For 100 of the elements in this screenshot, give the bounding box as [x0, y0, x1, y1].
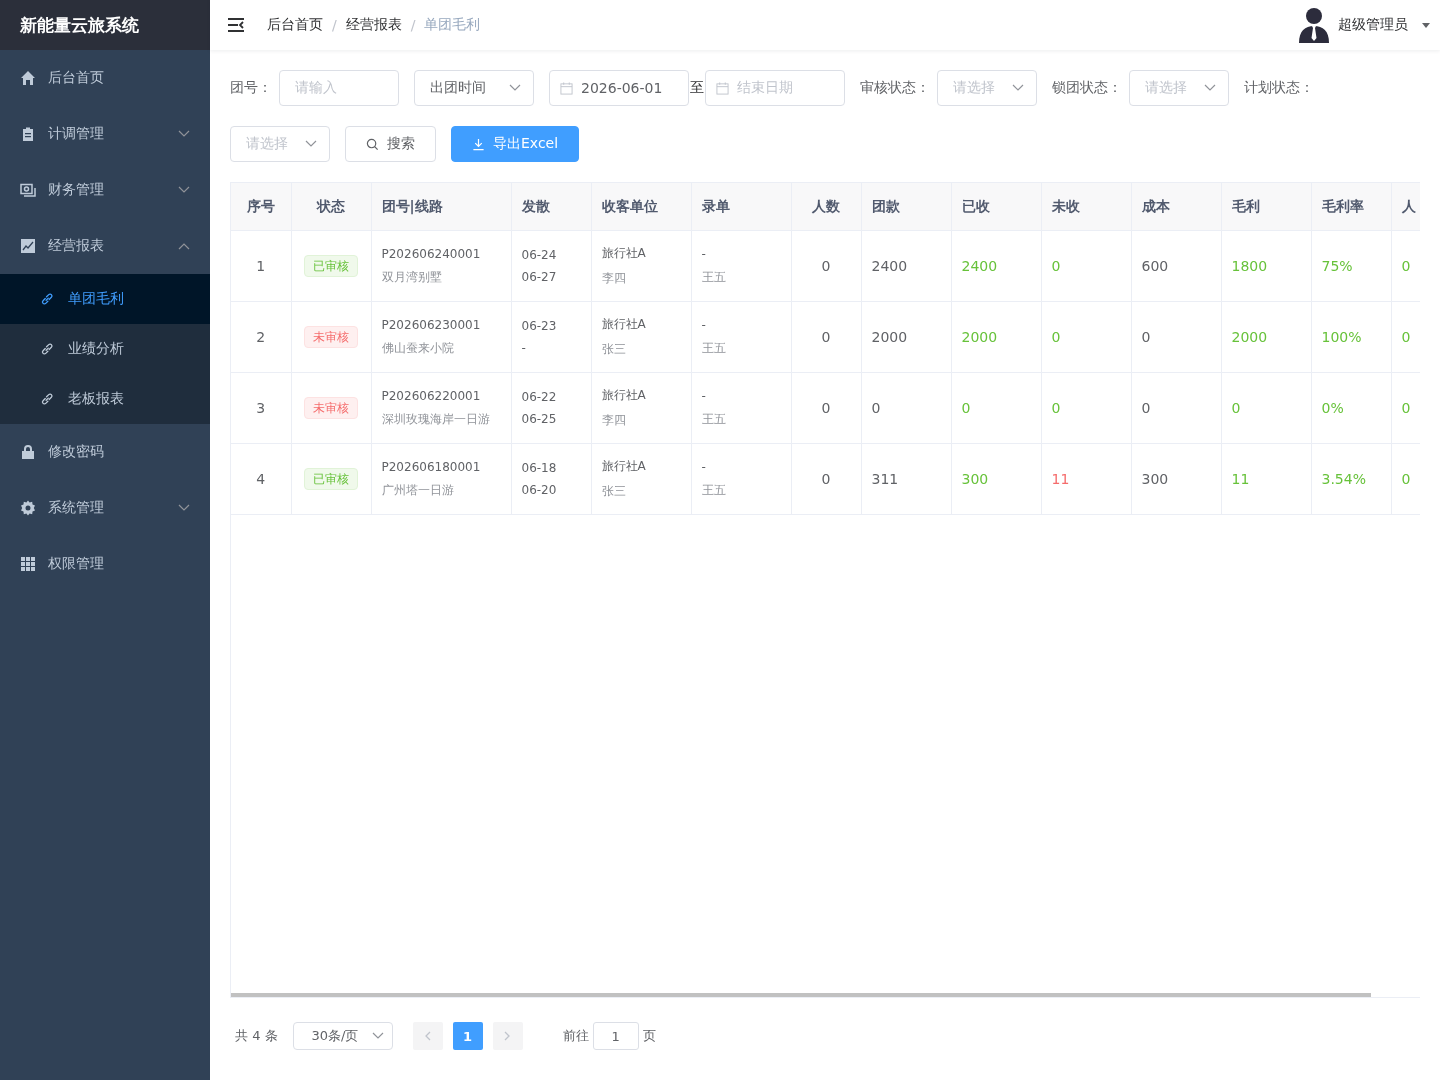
table-cell: 0 — [791, 372, 861, 444]
table-cell: 1 — [231, 230, 291, 302]
user-name[interactable]: 超级管理员 — [1338, 16, 1408, 34]
submenu-item[interactable]: 业绩分析 — [0, 324, 210, 374]
link-icon — [40, 292, 54, 306]
calendar-icon — [560, 81, 573, 95]
depart-date: 06-23 — [521, 319, 558, 333]
entry-text: - — [701, 317, 707, 332]
depart-date: 06-24 — [521, 248, 558, 262]
table-cell: 2400 — [861, 230, 951, 302]
total-count: 共 4 条 — [235, 1027, 278, 1045]
menu-item[interactable]: 修改密码 — [0, 424, 210, 480]
group-number: P202606230001 — [381, 317, 482, 332]
select-field[interactable]: 出团时间 — [414, 70, 534, 106]
table-cell: 2 — [231, 301, 291, 373]
grid-icon — [20, 556, 36, 572]
lock-icon — [20, 444, 36, 460]
column-header: 团款 — [861, 183, 951, 231]
status-tag: 已审核 — [304, 468, 358, 490]
table-cell: 3.54% — [1311, 443, 1391, 515]
column-header: 成本 — [1131, 183, 1221, 231]
status-tag: 已审核 — [304, 255, 358, 277]
caret-icon[interactable] — [1422, 22, 1430, 28]
table-cell: 300 — [951, 443, 1041, 515]
table-cell: 0 — [1131, 301, 1221, 373]
dropdown-icon — [305, 140, 317, 148]
return-date: 06-25 — [521, 412, 558, 426]
status-tag: 未审核 — [304, 326, 358, 348]
avatar-icon[interactable] — [1298, 7, 1330, 43]
range-separator: 至 — [690, 79, 704, 97]
table-cell: 0 — [1221, 372, 1311, 444]
table-cell: 0 — [1391, 372, 1420, 444]
table-cell: 0 — [1041, 301, 1131, 373]
table-cell: 2000 — [861, 301, 951, 373]
chart-icon — [20, 238, 36, 254]
chevron-right-icon — [504, 1031, 512, 1041]
column-header: 状态 — [291, 183, 371, 231]
table-cell: 11 — [1221, 443, 1311, 515]
link-icon — [40, 392, 54, 406]
breadcrumb-item[interactable]: 经营报表 — [345, 16, 402, 34]
return-date: - — [521, 341, 527, 355]
filter-label: 审核状态： — [860, 79, 930, 97]
menu-item[interactable]: 计调管理 — [0, 106, 210, 162]
column-header: 人 — [1391, 183, 1420, 231]
entry-person: 王五 — [701, 410, 727, 428]
search-button[interactable]: 搜索 — [345, 126, 436, 162]
submenu-item[interactable]: 老板报表 — [0, 374, 210, 424]
menu-icon[interactable] — [227, 17, 245, 33]
breadcrumb-separator: / — [410, 17, 416, 33]
column-header: 毛利率 — [1311, 183, 1391, 231]
menu-item[interactable]: 财务管理 — [0, 162, 210, 218]
column-header: 已收 — [951, 183, 1041, 231]
table-cell: 100% — [1311, 301, 1391, 373]
filter-label: 计划状态： — [1244, 79, 1314, 97]
breadcrumb-item[interactable]: 后台首页 — [267, 16, 323, 34]
table-cell: 11 — [1041, 443, 1131, 515]
table-cell: 0 — [791, 230, 861, 302]
app-title: 新能量云旅系统 — [0, 0, 210, 50]
chevron-icon — [178, 242, 190, 250]
menu-item[interactable]: 经营报表 — [0, 218, 210, 274]
dropdown-icon — [371, 1032, 384, 1040]
filter-label: 团号： — [230, 79, 272, 97]
page-size-select[interactable]: 30条/页 — [292, 1022, 393, 1050]
scrollbar[interactable] — [231, 993, 1371, 997]
menu-item[interactable]: 后台首页 — [0, 50, 210, 106]
table-cell: 75% — [1311, 230, 1391, 302]
column-header: 录单 — [691, 183, 791, 231]
dropdown-icon — [509, 84, 521, 92]
menu-item[interactable]: 权限管理 — [0, 536, 210, 592]
agency-name: 旅行社A — [601, 245, 647, 262]
download-icon — [472, 137, 485, 151]
depart-date: 06-22 — [521, 390, 558, 404]
agency-name: 旅行社A — [601, 458, 647, 475]
entry-text: - — [701, 459, 707, 474]
group-number: P202606180001 — [381, 459, 482, 474]
breadcrumb-item: 单团毛利 — [424, 16, 481, 34]
chevron-icon — [178, 130, 190, 138]
menu-item[interactable]: 系统管理 — [0, 480, 210, 536]
calendar-icon — [716, 81, 729, 95]
return-date: 06-20 — [521, 483, 558, 497]
money-icon — [20, 182, 36, 198]
table-cell: 2000 — [951, 301, 1041, 373]
link-icon — [40, 342, 54, 356]
route-name: 双月湾别墅 — [381, 268, 443, 286]
page-unit: 页 — [642, 1027, 656, 1045]
table-cell: 0 — [1041, 230, 1131, 302]
return-date: 06-27 — [521, 270, 558, 284]
table-cell: 3 — [231, 372, 291, 444]
column-header: 团号|线路 — [371, 183, 511, 231]
table-cell: 0 — [861, 372, 951, 444]
contact-name: 张三 — [601, 483, 627, 500]
route-name: 深圳玫瑰海岸一日游 — [381, 410, 491, 428]
table-cell: 0 — [791, 301, 861, 373]
page-input[interactable]: 1 — [592, 1022, 639, 1050]
home-icon — [20, 70, 36, 86]
submenu-item[interactable]: 单团毛利 — [0, 274, 210, 324]
group-number: P202606220001 — [381, 388, 482, 403]
chevron-icon — [178, 504, 190, 512]
table-cell: 600 — [1131, 230, 1221, 302]
date-input[interactable]: 2026-06-01 — [549, 70, 689, 106]
